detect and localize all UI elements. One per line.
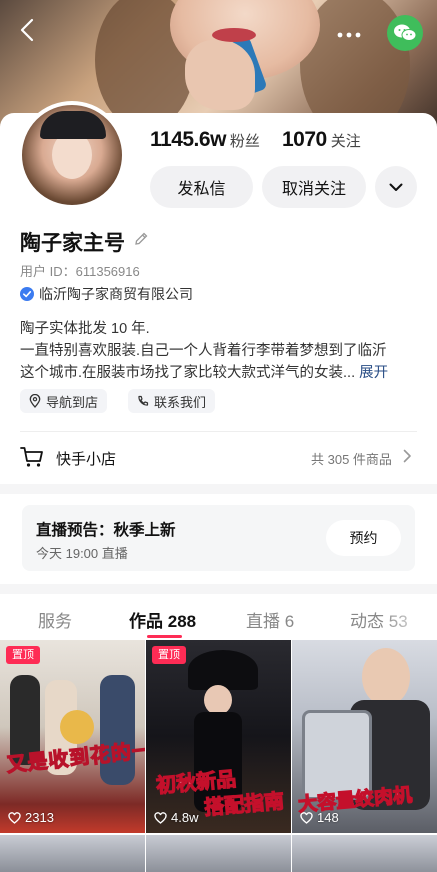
pinned-badge: 置顶 <box>6 646 40 664</box>
video-tile[interactable] <box>146 835 291 872</box>
profile-name: 陶子家主号 <box>20 232 125 255</box>
verified-check-icon <box>20 287 34 301</box>
tab-live[interactable]: 直播 6 <box>246 607 294 632</box>
avatar[interactable] <box>18 101 126 209</box>
message-button[interactable]: 发私信 <box>150 166 253 208</box>
back-button[interactable] <box>12 18 42 48</box>
verification-text: 临沂陶子家商贸有限公司 <box>39 286 193 302</box>
video-tile[interactable]: 置顶 又是收到花的一天 2313 <box>0 640 145 833</box>
edit-icon[interactable] <box>133 231 149 247</box>
like-count: 2313 <box>8 810 54 825</box>
following-label: 关注 <box>330 133 361 150</box>
more-dots-icon <box>337 32 361 38</box>
followers-label: 粉丝 <box>229 133 260 150</box>
section-gap <box>0 484 437 494</box>
more-button[interactable] <box>332 18 366 48</box>
divider <box>20 431 417 432</box>
followers-count: 1145.6w <box>150 128 226 151</box>
cart-icon <box>20 447 43 467</box>
tab-works[interactable]: 作品 288 <box>129 607 196 632</box>
pinned-badge: 置顶 <box>152 646 186 664</box>
video-tile[interactable] <box>0 835 145 872</box>
wechat-share-button[interactable] <box>387 15 423 51</box>
expand-menu-button[interactable] <box>375 166 417 208</box>
shop-item-count: 共 305 件商品 <box>311 452 392 467</box>
tab-fade <box>380 600 437 636</box>
tag-label: 联系我们 <box>154 394 207 410</box>
like-count: 4.8w <box>154 810 198 825</box>
tab-services[interactable]: 服务 <box>38 607 72 632</box>
active-tab-indicator <box>147 635 182 638</box>
shop-label: 快手小店 <box>56 451 117 468</box>
location-pin-icon <box>29 394 41 408</box>
like-count: 148 <box>300 810 339 825</box>
phone-icon <box>138 395 149 406</box>
user-id: 用户 ID：611356916 <box>20 264 140 279</box>
wechat-icon <box>394 24 417 41</box>
heart-icon <box>8 811 21 824</box>
video-tile[interactable]: 置顶 初秋新品 搭配指南 4.8w <box>146 640 291 833</box>
video-tile[interactable]: 大容量绞肉机 148 <box>292 640 437 833</box>
navigate-to-store-tag[interactable]: 导航到店 <box>20 389 108 413</box>
live-preview-title: 直播预告：秋季上新 <box>36 522 176 539</box>
chevron-left-icon <box>20 18 34 42</box>
section-gap <box>0 584 437 594</box>
chevron-right-icon <box>403 449 411 463</box>
chevron-down-icon <box>389 183 403 191</box>
verification-badge: 临沂陶子家商贸有限公司 <box>20 284 193 304</box>
heart-icon <box>300 811 313 824</box>
following-stat[interactable]: 1070 关注 <box>282 128 361 154</box>
bio: 陶子实体批发 10 年. 一直特别喜欢服装.自己一个人背着行李带着梦想到了临沂 … <box>20 318 418 384</box>
following-count: 1070 <box>282 128 327 151</box>
contact-us-tag[interactable]: 联系我们 <box>128 389 216 413</box>
heart-icon <box>154 811 167 824</box>
tag-label: 导航到店 <box>46 394 99 410</box>
video-tile[interactable] <box>292 835 437 872</box>
bio-expand-link[interactable]: 展开 <box>359 365 388 381</box>
followers-stat[interactable]: 1145.6w 粉丝 <box>150 128 260 154</box>
video-caption: 搭配指南 <box>203 790 286 820</box>
live-preview-time: 今天 19:00 直播 <box>36 546 128 561</box>
bio-line: 陶子实体批发 10 年. <box>20 321 150 337</box>
unfollow-button[interactable]: 取消关注 <box>262 166 366 208</box>
bio-line: 这个城市.在服装市场找了家比较大款式洋气的女装... 展开 <box>20 365 389 381</box>
reserve-button[interactable]: 预约 <box>326 520 401 556</box>
bio-line: 一直特别喜欢服装.自己一个人背着行李带着梦想到了临沂 <box>20 343 387 359</box>
